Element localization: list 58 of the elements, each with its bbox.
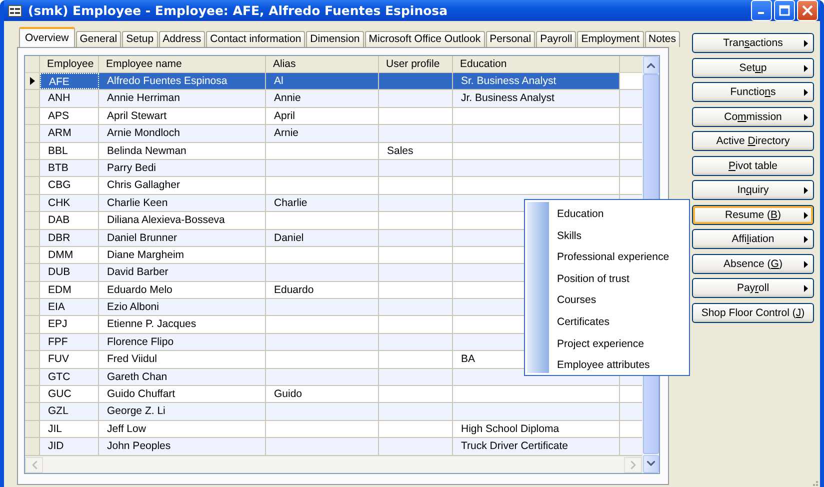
table-cell: Charlie: [266, 194, 379, 212]
table-cell: April Stewart: [99, 108, 266, 124]
table-cell: Annie: [266, 90, 379, 107]
table-cell: Jr. Business Analyst: [453, 90, 620, 107]
table-cell: Arnie: [266, 125, 379, 142]
table-cell: Truck Driver Certificate: [453, 438, 620, 455]
table-cell: FPF: [40, 334, 99, 350]
table-cell: DMM: [40, 246, 99, 264]
table-cell: George Z. Li: [99, 403, 266, 420]
window-title: (smk) Employee - Employee: AFE, Alfredo Fuentes Espinosa: [28, 3, 449, 18]
table-cell: Guido Chuffart: [99, 386, 266, 402]
table-cell: Diliana Alexieva-Bosseva: [99, 212, 266, 229]
table-cell: Etienne P. Jacques: [99, 316, 266, 333]
table-cell: Ezio Alboni: [99, 299, 266, 316]
table-cell: Alfredo Fuentes Espinosa: [99, 73, 266, 90]
table-cell: Al: [266, 73, 379, 90]
table-cell: Guido: [266, 386, 379, 402]
table-cell: Sales: [379, 142, 453, 159]
table-cell: APS: [40, 108, 99, 124]
table-cell: Annie Herriman: [99, 90, 266, 107]
table-cell: GUC: [40, 386, 99, 402]
table-cell: FUV: [40, 351, 99, 368]
table-cell: Arnie Mondloch: [99, 125, 266, 142]
table-cell: EIA: [40, 299, 99, 316]
table-cell: Sr. Business Analyst: [453, 73, 620, 90]
table-cell: JID: [40, 438, 99, 455]
table-cell: DAB: [40, 212, 99, 229]
table-cell: CHK: [40, 194, 99, 212]
table-cell: Eduardo: [266, 282, 379, 298]
table-cell: Diane Margheim: [99, 246, 266, 264]
table-cell: CBG: [40, 177, 99, 194]
table-cell: BTB: [40, 160, 99, 176]
table-cell: Daniel Brunner: [99, 230, 266, 246]
table-cell: Florence Flipo: [99, 334, 266, 350]
table-cell: GZL: [40, 403, 99, 420]
table-cell: April: [266, 108, 379, 124]
table-cell: Parry Bedi: [99, 160, 266, 176]
table-cell: John Peoples: [99, 438, 266, 455]
table-cell: David Barber: [99, 264, 266, 281]
table-cell: EDM: [40, 282, 99, 298]
table-cell: High School Diploma: [453, 420, 620, 438]
table-cell: AFE: [40, 73, 99, 90]
table-cell: Eduardo Melo: [99, 282, 266, 298]
table-cell: DUB: [40, 264, 99, 281]
table-cell: Jeff Low: [99, 420, 266, 438]
table-cell: Charlie Keen: [99, 194, 266, 212]
table-cell: Belinda Newman: [99, 142, 266, 159]
table-cell: Gareth Chan: [99, 368, 266, 386]
table-cell: BBL: [40, 142, 99, 159]
table-cell: DBR: [40, 230, 99, 246]
table-cell: GTC: [40, 368, 99, 386]
table-cell: Daniel: [266, 230, 379, 246]
table-cell: ANH: [40, 90, 99, 107]
table-cell: Chris Gallagher: [99, 177, 266, 194]
table-cell: JIL: [40, 420, 99, 438]
table-cell: ARM: [40, 125, 99, 142]
table-cell: Fred Viidul: [99, 351, 266, 368]
table-cell: EPJ: [40, 316, 99, 333]
